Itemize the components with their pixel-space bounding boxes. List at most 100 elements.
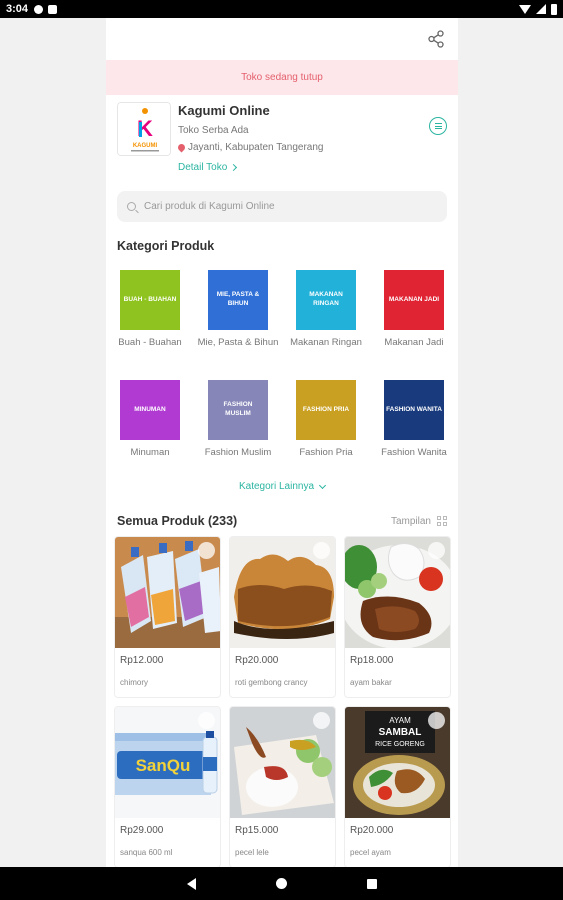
products-title: Semua Produk (233) [117,514,238,528]
product-name: pecel lele [235,848,269,857]
product-image: AYAM SAMBAL RICE GORENG [345,707,450,818]
category-tile: Buah - Buahan [120,270,180,330]
product-image [345,537,450,648]
product-name: roti gembong crancy [235,678,308,687]
product-name: chimory [120,678,149,687]
product-price: Rp20.000 [235,655,279,666]
product-card[interactable]: Rp12.000 chimory [114,536,221,698]
category-tile-text: Fashion Wanita [386,405,442,413]
product-image: SanQu [115,707,220,818]
product-name: pecel ayam [350,848,391,857]
notification-icon [48,4,58,14]
select-checkbox[interactable] [198,542,215,559]
products-header: Semua Produk (233) Tampilan [117,514,447,528]
category-item[interactable]: Minuman Minuman [106,380,194,479]
product-card[interactable]: SanQu Rp29.000 sanqua 600 ml [114,706,221,867]
category-tile-text: Makanan Jadi [388,295,440,303]
search-icon [127,202,136,211]
battery-icon [551,3,557,15]
system-nav-bar [0,867,563,900]
view-toggle-label: Tampilan [390,515,431,527]
select-checkbox[interactable] [313,712,330,729]
share-icon[interactable] [426,29,446,49]
search-bar[interactable] [117,191,447,222]
category-item[interactable]: Fashion Wanita Fashion Wanita [370,380,458,479]
store-notes-button[interactable] [429,117,447,135]
notes-icon [434,123,442,129]
recent-apps-icon[interactable] [366,878,377,889]
category-label: Makanan Jadi [384,337,444,348]
status-bar: 3:04 [0,0,563,18]
product-price: Rp12.000 [120,655,164,666]
select-checkbox[interactable] [428,542,445,559]
category-item[interactable]: Makanan Jadi Makanan Jadi [370,270,458,369]
product-image [230,537,335,648]
top-bar [106,18,458,60]
signal-icon [536,4,546,14]
category-tile-text: Fashion Muslim [223,401,253,417]
category-grid: Buah - Buahan Buah - Buahan Mie, Pasta &… [106,270,458,479]
store-logo-image: K KAGUMI [118,103,170,155]
category-item[interactable]: Makanan Ringan Makanan Ringan [282,270,370,369]
svg-text:RICE GORENG: RICE GORENG [375,741,425,748]
product-card[interactable]: Rp15.000 pecel lele [229,706,336,867]
category-tile: Mie, Pasta & Bihun [208,270,268,330]
category-label: Buah - Buahan [118,337,182,348]
category-item[interactable]: Buah - Buahan Buah - Buahan [106,270,194,369]
product-name: sanqua 600 ml [120,848,173,857]
store-closed-text: Toko sedang tutup [241,72,323,83]
store-detail-link[interactable]: Detail Toko [178,162,238,173]
store-location-text: Jayanti, Kabupaten Tangerang [188,142,324,153]
svg-text:SAMBAL: SAMBAL [379,727,422,738]
select-checkbox[interactable] [313,542,330,559]
category-label: Fashion Muslim [204,447,272,458]
category-tile-text: Minuman [134,405,166,413]
back-icon[interactable] [186,877,196,890]
category-tile-text: Buah - Buahan [123,295,177,303]
category-label: Fashion Pria [299,447,353,458]
product-card[interactable]: Rp20.000 roti gembong crancy [229,536,336,698]
more-categories-label: Kategori Lainnya [238,481,315,492]
store-location: Jayanti, Kabupaten Tangerang [176,142,324,153]
store-name: Kagumi Online [178,103,270,118]
store-header: K KAGUMI Kagumi Online Toko Serba Ada Ja… [106,95,458,185]
select-checkbox[interactable] [428,712,445,729]
category-label: Fashion Wanita [381,447,447,458]
product-card[interactable]: AYAM SAMBAL RICE GORENG Rp20.000 pecel a… [344,706,451,867]
store-logo: K KAGUMI [117,102,171,156]
category-label: Mie, Pasta & Bihun [197,337,279,348]
store-tagline: Toko Serba Ada [178,125,249,136]
category-label: Minuman [130,447,170,458]
home-icon[interactable] [275,878,287,889]
location-pin-icon [176,142,187,153]
category-tile-text: Fashion Pria [302,405,350,413]
wifi-icon [519,4,531,14]
category-item[interactable]: Fashion Pria Fashion Pria [282,380,370,479]
store-detail-label: Detail Toko [178,162,228,173]
notification-icon [34,4,44,14]
product-price: Rp18.000 [350,655,394,666]
category-item[interactable]: Fashion Muslim Fashion Muslim [194,380,282,479]
svg-text:AYAM: AYAM [389,716,411,725]
category-tile: Makanan Ringan [296,270,356,330]
search-input[interactable] [144,201,437,212]
chevron-right-icon [230,163,238,172]
category-label: Makanan Ringan [290,337,362,348]
status-time: 3:04 [6,3,29,15]
logo-text: KAGUMI [133,143,158,149]
more-categories-button[interactable]: Kategori Lainnya [106,481,458,492]
grid-view-icon [437,516,447,526]
select-checkbox[interactable] [198,712,215,729]
categories-title: Kategori Produk [117,239,215,253]
category-tile: Makanan Jadi [384,270,444,330]
product-name: ayam bakar [350,678,392,687]
product-card[interactable]: Rp18.000 ayam bakar [344,536,451,698]
store-page: Toko sedang tutup K KAGUMI Kagumi Online… [106,18,458,867]
product-price: Rp15.000 [235,825,279,836]
chevron-down-icon [318,481,327,489]
view-toggle-button[interactable]: Tampilan [391,516,447,527]
product-image [115,537,220,648]
category-item[interactable]: Mie, Pasta & Bihun Mie, Pasta & Bihun [194,270,282,369]
category-tile-text: Makanan Ringan [309,291,343,307]
category-tile: Fashion Muslim [208,380,268,440]
